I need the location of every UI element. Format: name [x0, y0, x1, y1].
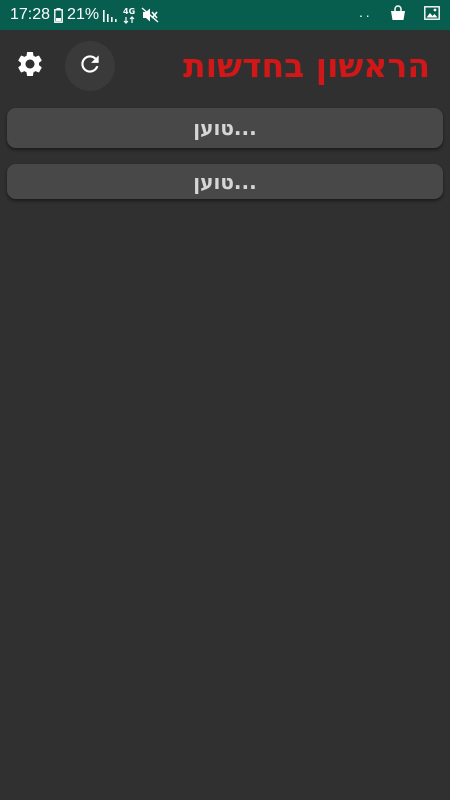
settings-button[interactable]	[10, 46, 50, 86]
shopping-bag-icon	[390, 4, 406, 26]
gallery-icon	[424, 5, 440, 25]
more-dots-icon: ··	[358, 7, 372, 23]
mute-icon	[141, 7, 159, 23]
battery-icon	[54, 7, 63, 23]
feed-row-label: טוען...	[193, 116, 257, 140]
feed-row-1[interactable]: טוען...	[7, 108, 443, 148]
app-bar: הראשון בחדשות	[0, 30, 450, 102]
refresh-button[interactable]	[65, 41, 115, 91]
gear-icon	[15, 49, 45, 83]
status-left: 17:28 21% 4G	[10, 0, 159, 30]
status-time: 17:28	[10, 6, 51, 23]
feed-row-2[interactable]: טוען...	[7, 164, 443, 199]
refresh-icon	[77, 51, 103, 81]
feed-row-label: טוען...	[193, 169, 257, 194]
signal-icon	[103, 8, 119, 22]
status-right: ··	[359, 0, 440, 30]
app-title: הראשון בחדשות	[183, 46, 430, 85]
status-bar: 17:28 21% 4G ··	[0, 0, 450, 30]
network-4g-icon: 4G	[123, 6, 137, 24]
svg-text:4G: 4G	[123, 7, 135, 16]
battery-percent: 21%	[67, 6, 100, 23]
